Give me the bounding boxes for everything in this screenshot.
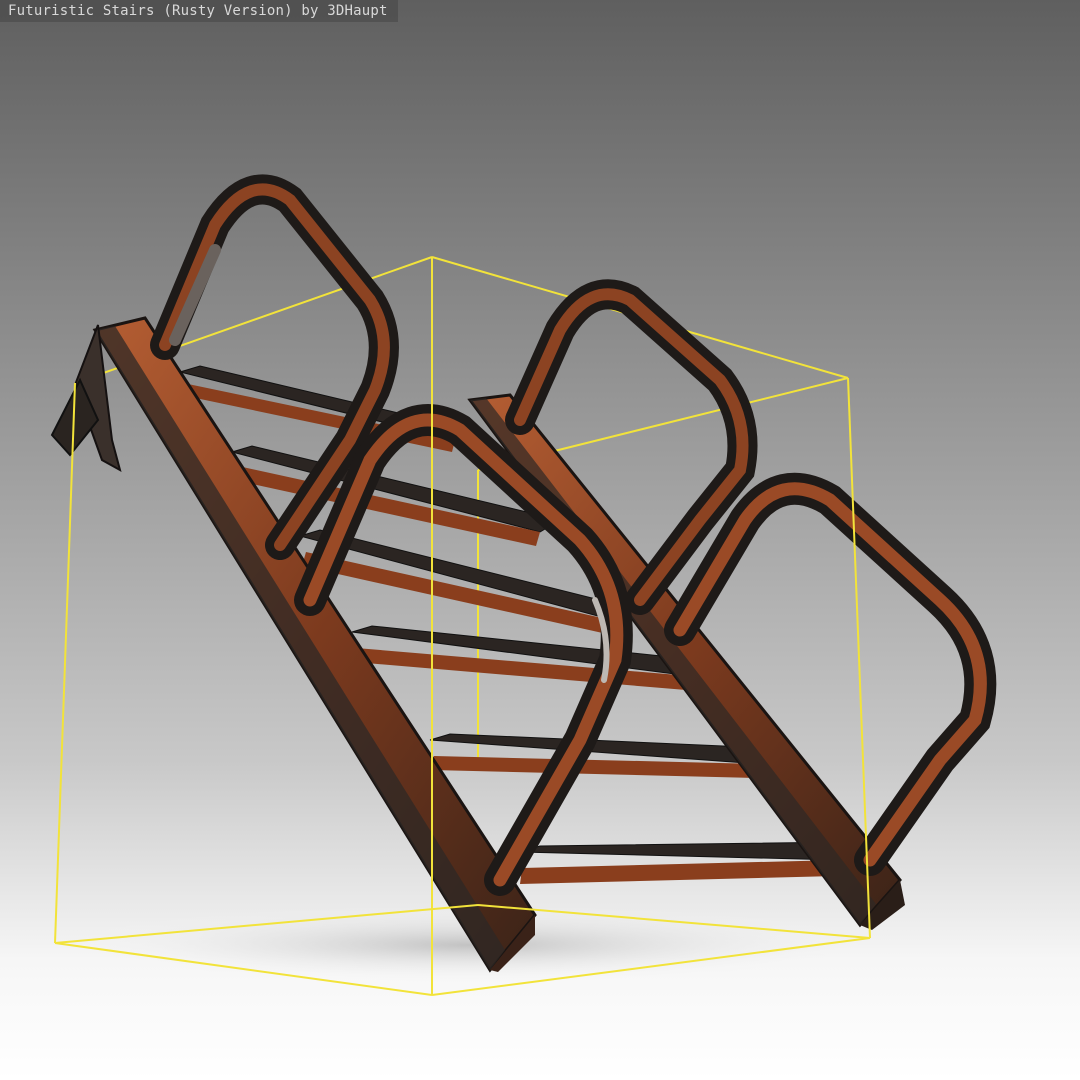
model-title: Futuristic Stairs (Rusty Version) by 3DH… [8,3,388,19]
3d-viewport[interactable]: Futuristic Stairs (Rusty Version) by 3DH… [0,0,1080,1080]
stairs-model-render[interactable] [0,0,1080,1080]
model-title-bar: Futuristic Stairs (Rusty Version) by 3DH… [0,0,398,22]
